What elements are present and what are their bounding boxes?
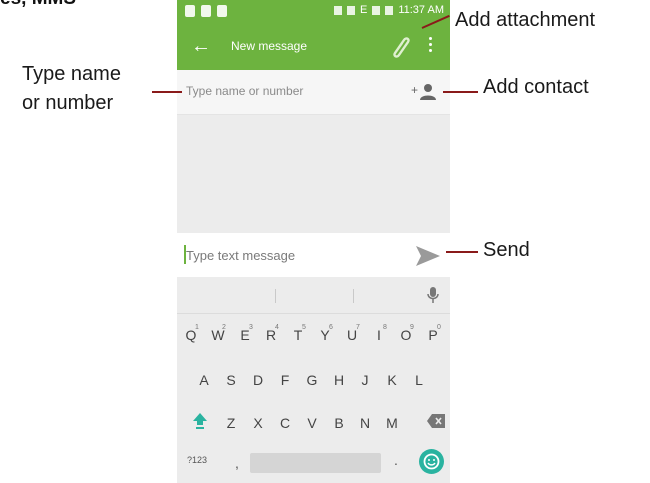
key-row-1: 1Q 2W 3E 4R 5T 6Y 7U 8I 9O 0P bbox=[177, 313, 450, 355]
key-w[interactable]: 2W bbox=[208, 324, 228, 345]
key-f[interactable]: F bbox=[275, 370, 295, 390]
symbols-key[interactable]: ?123 bbox=[187, 455, 207, 465]
svg-text:+: + bbox=[411, 83, 418, 97]
recipient-placeholder: Type name or number bbox=[186, 84, 304, 98]
period-key[interactable]: . bbox=[394, 452, 398, 468]
send-icon[interactable] bbox=[415, 245, 441, 267]
name-callout-line2: or number bbox=[22, 92, 114, 114]
key-e[interactable]: 3E bbox=[235, 324, 255, 345]
key-z[interactable]: Z bbox=[221, 413, 241, 433]
backspace-icon[interactable] bbox=[427, 414, 445, 428]
name-callout-line bbox=[152, 91, 182, 93]
contact-callout-line bbox=[443, 91, 478, 93]
app-bar: ← New message bbox=[177, 24, 450, 70]
key-m[interactable]: M bbox=[382, 413, 402, 433]
conversation-area bbox=[177, 115, 450, 233]
suggestion-divider bbox=[275, 289, 276, 303]
more-options-icon[interactable] bbox=[429, 37, 433, 55]
comma-key[interactable]: , bbox=[235, 455, 239, 471]
key-r[interactable]: 4R bbox=[261, 324, 281, 345]
back-arrow-icon[interactable]: ← bbox=[191, 36, 211, 56]
key-b[interactable]: B bbox=[329, 413, 349, 433]
battery-icon bbox=[385, 5, 394, 15]
suggestion-strip bbox=[177, 277, 450, 314]
send-callout: Send bbox=[483, 239, 530, 261]
key-o[interactable]: 9O bbox=[396, 324, 416, 345]
lock-notification-icon bbox=[201, 5, 211, 17]
page-heading: es, MMS bbox=[0, 0, 76, 10]
key-c[interactable]: C bbox=[275, 413, 295, 433]
key-g[interactable]: G bbox=[302, 370, 322, 390]
wifi-icon bbox=[346, 5, 355, 15]
recipient-field[interactable]: Type name or number + bbox=[177, 70, 450, 115]
contact-callout: Add contact bbox=[483, 76, 589, 98]
key-row-2: A S D F G H J K L bbox=[177, 358, 450, 400]
send-callout-line bbox=[446, 251, 478, 253]
notification-icons bbox=[185, 5, 227, 17]
key-n[interactable]: N bbox=[355, 413, 375, 433]
signal-icon bbox=[372, 5, 381, 15]
compose-field[interactable]: Type text message bbox=[177, 233, 450, 277]
key-t[interactable]: 5T bbox=[288, 324, 308, 345]
attachment-callout: Add attachment bbox=[455, 9, 596, 31]
microphone-icon[interactable] bbox=[427, 287, 439, 303]
key-d[interactable]: D bbox=[248, 370, 268, 390]
key-s[interactable]: S bbox=[221, 370, 241, 390]
key-j[interactable]: J bbox=[355, 370, 375, 390]
space-bar[interactable] bbox=[250, 453, 381, 473]
attachment-icon[interactable] bbox=[387, 33, 413, 61]
keyboard: 1Q 2W 3E 4R 5T 6Y 7U 8I 9O 0P A S D F G … bbox=[177, 277, 450, 483]
key-y[interactable]: 6Y bbox=[315, 324, 335, 345]
add-contact-icon[interactable]: + bbox=[411, 82, 439, 102]
key-v[interactable]: V bbox=[302, 413, 322, 433]
key-h[interactable]: H bbox=[329, 370, 349, 390]
key-i[interactable]: 8I bbox=[369, 324, 389, 345]
suggestion-divider bbox=[353, 289, 354, 303]
key-row-4: ?123 , . bbox=[177, 441, 450, 483]
emoji-icon[interactable] bbox=[419, 449, 444, 474]
compose-placeholder: Type text message bbox=[186, 248, 296, 263]
android-notification-icon bbox=[217, 5, 227, 17]
key-q[interactable]: 1Q bbox=[181, 324, 201, 345]
shift-icon[interactable] bbox=[191, 411, 209, 429]
phone-screen: E 11:37 AM ← New message Type name or nu… bbox=[177, 0, 450, 483]
app-title: New message bbox=[231, 39, 308, 53]
key-x[interactable]: X bbox=[248, 413, 268, 433]
status-bar: E 11:37 AM bbox=[177, 0, 450, 24]
clock: 11:37 AM bbox=[398, 4, 444, 16]
key-row-3: Z X C V B N M bbox=[177, 401, 450, 443]
network-type: E bbox=[359, 4, 368, 16]
system-icons: E 11:37 AM bbox=[333, 4, 444, 16]
key-u[interactable]: 7U bbox=[342, 324, 362, 345]
name-callout-line1: Type name bbox=[22, 63, 121, 85]
key-k[interactable]: K bbox=[382, 370, 402, 390]
key-a[interactable]: A bbox=[194, 370, 214, 390]
vibrate-icon bbox=[333, 5, 342, 15]
image-notification-icon bbox=[185, 5, 195, 17]
key-l[interactable]: L bbox=[409, 370, 429, 390]
key-p[interactable]: 0P bbox=[423, 324, 443, 345]
